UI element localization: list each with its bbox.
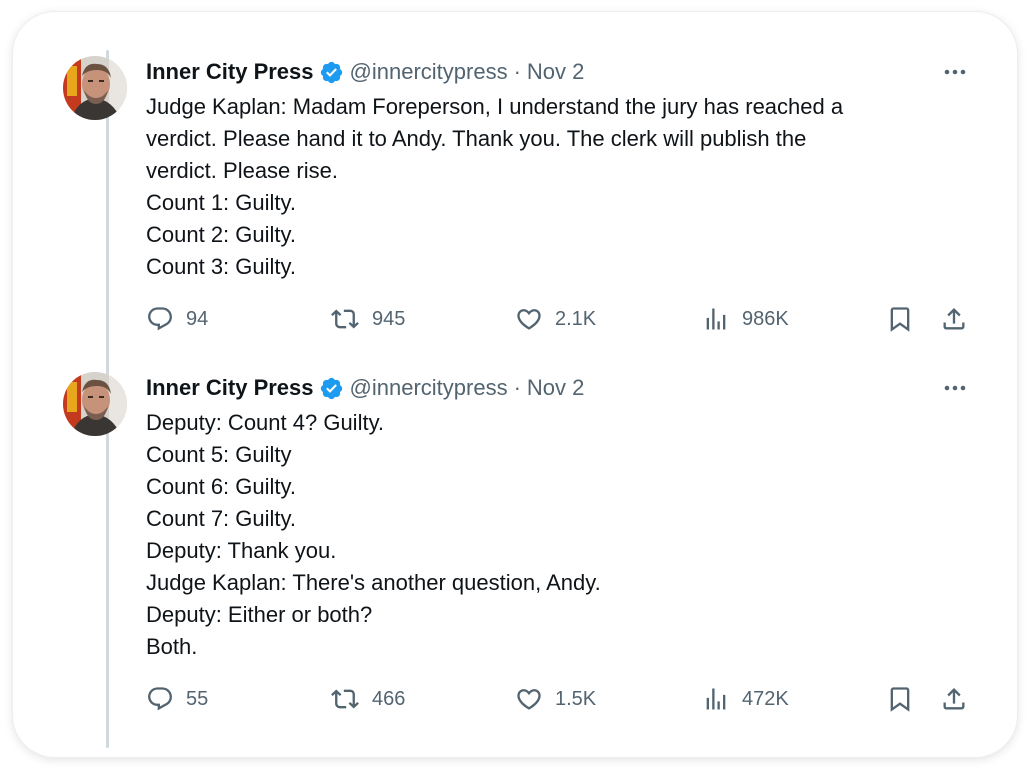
avatar[interactable] <box>63 372 127 436</box>
reply-count: 55 <box>186 687 209 710</box>
tweet-text-line: Count 6: Guilty. <box>146 474 296 499</box>
reply-button[interactable]: 55 <box>146 684 208 714</box>
share-button[interactable] <box>940 684 968 714</box>
tweet-date[interactable]: Nov 2 <box>527 59 584 85</box>
author-name[interactable]: Inner City Press <box>146 59 314 85</box>
tweet[interactable]: Inner City Press @innercitypress · Nov 2… <box>0 316 1032 756</box>
heart-icon <box>517 689 541 710</box>
retweet-icon <box>331 689 359 709</box>
like-button[interactable]: 1.5K <box>515 684 596 714</box>
tweet-text-line: Count 7: Guilty. <box>146 506 296 531</box>
tweet-header: Inner City Press @innercitypress · Nov 2 <box>146 57 584 87</box>
bookmark-button[interactable] <box>886 684 914 714</box>
views-icon <box>706 688 726 710</box>
bookmark-icon <box>890 687 910 712</box>
like-count: 1.5K <box>555 687 597 710</box>
tweet-text-line: Both. <box>146 634 198 659</box>
tweet-text-line: Count 3: Guilty. <box>146 254 296 279</box>
reply-icon <box>148 687 172 711</box>
retweet-count: 466 <box>372 687 406 710</box>
verified-badge-icon <box>319 60 344 85</box>
tweet-text: Judge Kaplan: Madam Foreperson, I unders… <box>146 91 946 283</box>
views-count: 472K <box>742 687 789 710</box>
share-icon <box>943 688 965 710</box>
tweet-text-line: Count 1: Guilty. <box>146 190 296 215</box>
tweet-text-line: Judge Kaplan: Madam Foreperson, I unders… <box>146 94 844 119</box>
retweet-button[interactable]: 466 <box>330 684 405 714</box>
avatar[interactable] <box>63 56 127 120</box>
header-separator: · <box>513 375 521 400</box>
author-name[interactable]: Inner City Press <box>146 375 314 401</box>
tweet[interactable]: Inner City Press @innercitypress · Nov 2… <box>0 0 1032 360</box>
tweet-text-line: Count 5: Guilty <box>146 442 292 467</box>
tweet-text-line: verdict. Please rise. <box>146 158 338 183</box>
more-icon[interactable] <box>941 376 969 400</box>
verified-badge-icon <box>319 376 344 401</box>
more-icon[interactable] <box>941 60 969 84</box>
tweet-text-line: Count 2: Guilty. <box>146 222 296 247</box>
tweet-text-line: Deputy: Either or both? <box>146 602 373 627</box>
tweet-actions: 55 466 1.5K 472K <box>146 684 986 714</box>
tweet-text-line: Deputy: Thank you. <box>146 538 337 563</box>
tweet-header: Inner City Press @innercitypress · Nov 2 <box>146 373 584 403</box>
author-handle[interactable]: @innercitypress <box>350 375 508 401</box>
tweet-text: Deputy: Count 4? Guilty. Count 5: Guilty… <box>146 407 946 663</box>
tweet-date[interactable]: Nov 2 <box>527 375 584 401</box>
tweet-text-line: Judge Kaplan: There's another question, … <box>146 570 601 595</box>
author-handle[interactable]: @innercitypress <box>350 59 508 85</box>
tweet-text-line: Deputy: Count 4? Guilty. <box>146 410 385 435</box>
tweet-text-line: verdict. Please hand it to Andy. Thank y… <box>146 126 807 151</box>
header-separator: · <box>513 59 521 84</box>
views-button[interactable]: 472K <box>702 684 789 714</box>
